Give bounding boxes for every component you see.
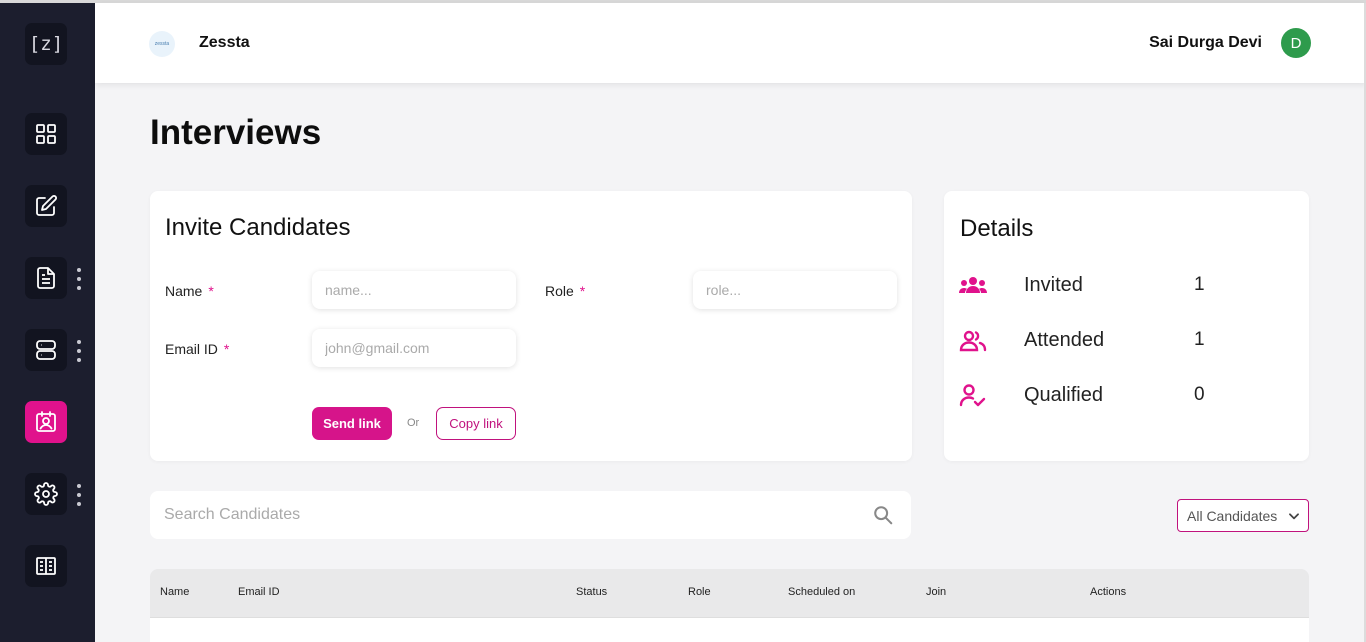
invited-count: 1 (1194, 274, 1205, 295)
send-link-button[interactable]: Send link (312, 407, 392, 440)
sidebar: [z] (0, 3, 95, 642)
sidebar-item-edit[interactable] (25, 185, 67, 227)
company-name: Zessta (199, 34, 250, 51)
user-avatar[interactable]: D (1281, 28, 1311, 58)
sidebar-item-servers[interactable] (25, 329, 67, 371)
attended-count: 1 (1194, 329, 1205, 350)
column-header-name[interactable]: Name (160, 586, 189, 598)
building-icon (36, 557, 56, 575)
name-input[interactable] (312, 271, 516, 309)
column-header-actions[interactable]: Actions (1090, 586, 1126, 598)
search-bar (150, 491, 911, 539)
qualified-user-check-icon (959, 384, 986, 407)
sidebar-item-documents[interactable] (25, 257, 67, 299)
edit-icon (36, 195, 57, 216)
company-logo-text: zessta (154, 41, 170, 47)
interviews-icon (36, 411, 56, 432)
name-label: Name * (165, 283, 214, 299)
app-logo-text: [z] (28, 33, 64, 55)
details-row-qualified: Qualified 0 (958, 381, 1298, 411)
qualified-count: 0 (1194, 384, 1205, 405)
details-row-invited: Invited 1 (958, 271, 1298, 301)
table-body (150, 617, 1309, 642)
candidate-filter-select[interactable]: All Candidates (1177, 499, 1309, 532)
sidebar-item-organization[interactable] (25, 545, 67, 587)
search-input[interactable] (150, 491, 850, 539)
details-row-attended: Attended 1 (958, 326, 1298, 356)
settings-more-icon[interactable] (76, 484, 82, 506)
required-mark: * (579, 283, 586, 299)
copy-link-button[interactable]: Copy link (436, 407, 516, 440)
column-header-role[interactable]: Role (688, 586, 711, 598)
email-label: Email ID * (165, 341, 230, 357)
role-label: Role * (545, 283, 586, 299)
top-bar: zessta Zessta Sai Durga Devi D (95, 3, 1366, 83)
invited-label: Invited (1024, 274, 1083, 296)
column-header-scheduled[interactable]: Scheduled on (788, 586, 855, 598)
page-title: Interviews (150, 113, 322, 152)
search-icon[interactable] (872, 504, 894, 526)
sidebar-item-dashboard[interactable] (25, 113, 67, 155)
servers-more-icon[interactable] (76, 340, 82, 362)
chevron-down-icon (1289, 513, 1299, 520)
required-mark: * (223, 341, 230, 357)
document-icon (37, 267, 55, 289)
qualified-label: Qualified (1024, 384, 1103, 406)
candidates-table-header: Name Email ID Status Role Scheduled on J… (150, 569, 1309, 617)
attended-label: Attended (1024, 329, 1105, 351)
column-header-status[interactable]: Status (576, 586, 607, 598)
settings-icon (34, 482, 58, 506)
user-name[interactable]: Sai Durga Devi (1149, 34, 1262, 52)
attended-users-icon (959, 330, 987, 352)
company-logo: zessta (149, 31, 175, 57)
invited-group-icon (959, 277, 987, 293)
sidebar-item-settings[interactable] (25, 473, 67, 515)
app-logo[interactable]: [z] (25, 23, 67, 65)
email-input[interactable] (312, 329, 516, 367)
details-card-title: Details (960, 215, 1034, 242)
documents-more-icon[interactable] (76, 268, 82, 290)
or-separator: Or (407, 417, 420, 429)
filter-selected-value: All Candidates (1187, 507, 1278, 524)
column-header-join[interactable]: Join (926, 586, 946, 598)
details-card: Details Invited 1 Attended 1 Qualified 0 (944, 191, 1309, 461)
sidebar-item-interviews[interactable] (25, 401, 67, 443)
invite-card-title: Invite Candidates (165, 214, 351, 241)
dashboard-icon (36, 124, 56, 144)
invite-candidates-card: Invite Candidates Name* Role* Email ID* … (150, 191, 912, 461)
column-header-email[interactable]: Email ID (238, 586, 280, 598)
role-input[interactable] (693, 271, 897, 309)
server-icon (36, 340, 56, 360)
required-mark: * (208, 283, 214, 299)
